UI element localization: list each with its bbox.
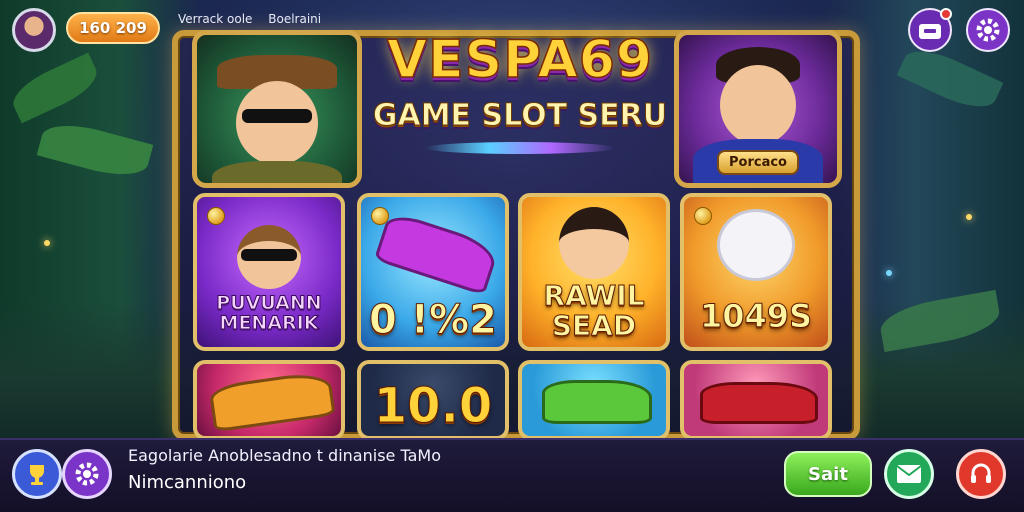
coin-icon <box>371 207 389 225</box>
explorer-shirt <box>212 161 342 183</box>
game-logo: VESPA69 GAME SLOT SERU <box>372 24 668 174</box>
coin-icon <box>207 207 225 225</box>
tile-character <box>717 209 795 281</box>
mail-button[interactable] <box>884 449 934 499</box>
coin-balance-value: 160 209 <box>79 19 147 37</box>
caption-right: Boelraini <box>268 12 322 26</box>
slot-tile-4[interactable]: 1049S <box>680 193 832 351</box>
notification-dot <box>940 8 952 20</box>
bottom-settings-button[interactable] <box>62 449 112 499</box>
settings-button[interactable] <box>966 8 1010 52</box>
top-caption: Verrack oole Boelraini <box>178 12 333 26</box>
support-button[interactable] <box>956 449 1006 499</box>
logo-title: VESPA69 <box>386 29 654 91</box>
logo-subtitle: GAME SLOT SERU <box>372 98 668 134</box>
explorer-face <box>236 81 318 165</box>
mail-icon <box>896 465 922 483</box>
sparkle <box>966 214 972 220</box>
caption-left: Verrack oole <box>178 12 253 26</box>
car-icon <box>373 210 501 296</box>
player-avatar[interactable] <box>12 8 56 52</box>
news-ticker-line1: Eagolarie Anoblesadno t dinanise TaMo <box>128 446 441 465</box>
news-ticker-line2: Nimcanniono <box>128 472 247 493</box>
gear-icon <box>75 462 99 486</box>
car-icon <box>208 369 336 433</box>
tile-character <box>559 207 629 279</box>
logo-swoosh <box>425 142 615 154</box>
sunglasses <box>241 249 297 261</box>
tile-label: PUVUANN MENARIK <box>216 292 322 334</box>
slot-tile-6[interactable]: 10.0 <box>357 360 509 440</box>
tile-label: RAWIL SEAD <box>543 279 645 342</box>
start-button[interactable]: Sait <box>784 451 872 497</box>
car-icon <box>542 380 652 424</box>
inbox-button[interactable] <box>908 8 952 52</box>
sparkle <box>886 270 892 276</box>
inbox-icon <box>919 24 941 39</box>
slot-tile-1[interactable]: PUVUANN MENARIK <box>193 193 345 351</box>
slot-tile-5[interactable] <box>193 360 345 440</box>
sparkle <box>44 240 50 246</box>
tile-label: 0 !%2 <box>369 297 498 344</box>
hero-explorer-card[interactable] <box>192 30 362 188</box>
trophy-button[interactable] <box>12 449 62 499</box>
slot-tile-7[interactable] <box>518 360 670 440</box>
slot-tile-2[interactable]: 0 !%2 <box>357 193 509 351</box>
trophy-icon <box>30 465 44 485</box>
slot-tile-8[interactable] <box>680 360 832 440</box>
gear-icon <box>976 18 1000 42</box>
slot-tile-3[interactable]: RAWIL SEAD <box>518 193 670 351</box>
tile-label: 1049S <box>699 297 813 336</box>
coin-icon <box>694 207 712 225</box>
hero-face <box>720 65 796 145</box>
hero-player-card[interactable]: Porcaco <box>674 30 842 188</box>
headset-icon <box>971 463 991 483</box>
tile-label: 10.0 <box>373 378 493 435</box>
sunglasses <box>242 109 312 123</box>
car-icon <box>700 382 818 424</box>
coin-balance[interactable]: 160 209 <box>66 12 160 44</box>
hero-nameplate: Porcaco <box>717 150 799 175</box>
